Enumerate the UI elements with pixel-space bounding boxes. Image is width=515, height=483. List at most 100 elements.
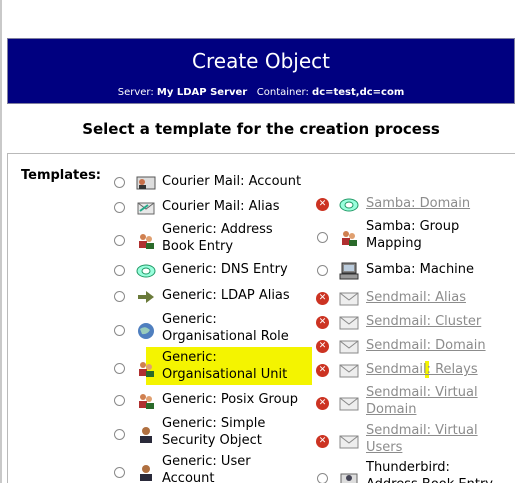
template-radio[interactable] (114, 395, 125, 406)
template-label-line: Users (366, 440, 403, 455)
template-label: Generic: Address Book Entry (162, 221, 273, 255)
template-radio[interactable] (114, 265, 125, 276)
template-label-line: Thunderbird: (366, 460, 450, 475)
template-label-line: Organisational Role (162, 329, 289, 344)
template-radio[interactable] (114, 235, 125, 246)
template-label-line: Generic: Simple (162, 416, 266, 431)
mail-account-icon (136, 174, 156, 192)
template-label: Sendmail: Cluster (366, 313, 481, 330)
container-label: Container: (256, 87, 309, 98)
template-label-line: Courier Mail: Account (162, 174, 302, 189)
template-radio[interactable] (114, 429, 125, 440)
template-label: Generic: Simple Security Object (162, 415, 265, 449)
user-icon (136, 426, 156, 444)
user-icon (136, 464, 156, 482)
unavailable-icon: ✕ (316, 364, 329, 377)
template-label: Samba: Group Mapping (366, 218, 459, 252)
container-value: dc=test,dc=com (312, 87, 405, 98)
unavailable-icon: ✕ (316, 292, 329, 305)
template-label-line: Sendmail: Cluster (366, 314, 482, 329)
template-label-line: Generic: LDAP Alias (162, 288, 290, 303)
template-radio[interactable] (317, 473, 328, 483)
envelope-icon (339, 395, 359, 413)
template-label: Generic: LDAP Alias (162, 287, 290, 304)
template-label-line: Organisational Unit (162, 367, 288, 382)
template-radio[interactable] (114, 363, 125, 374)
mail-alias-icon (136, 199, 156, 217)
address-book-icon (136, 232, 156, 250)
template-label-line: Sendmail: Virtual (366, 423, 478, 438)
unavailable-icon: ✕ (316, 340, 329, 353)
group-icon (136, 392, 156, 410)
template-label: Courier Mail: Alias (162, 198, 279, 215)
template-radio[interactable] (114, 202, 125, 213)
template-label-line: Mapping (366, 236, 422, 251)
template-label-line: Generic: Address (162, 222, 273, 237)
envelope-icon (339, 338, 359, 356)
template-label-line: Samba: Group (366, 219, 460, 234)
templates-label: Templates: (21, 168, 102, 183)
frame-border (0, 0, 2, 483)
server-value: My LDAP Server (156, 87, 248, 98)
unavailable-icon: ✕ (316, 397, 329, 410)
template-label-line: Sendmail: Virtual (366, 385, 478, 400)
template-label-line: Generic: DNS Entry (162, 262, 288, 277)
template-radio[interactable] (114, 467, 125, 478)
template-label-line: Generic: Posix Group (162, 392, 299, 407)
template-label-line: Samba: Domain (366, 196, 471, 211)
template-label: Sendmail: Alias (366, 289, 466, 306)
template-heading: Select a template for the creation proce… (82, 120, 440, 138)
template-label: Generic: DNS Entry (162, 261, 288, 278)
envelope-icon (339, 362, 359, 380)
page-header: Create Object Server: My LDAP Server Con… (7, 38, 515, 104)
template-label: Courier Mail: Account (162, 173, 301, 190)
page-title: Create Object (192, 49, 330, 73)
template-label: Generic: Posix Group (162, 391, 298, 408)
template-label: Sendmail: Virtual Users (366, 422, 478, 456)
template-radio[interactable] (317, 232, 328, 243)
template-label-line: Sendmail: Alias (366, 290, 466, 305)
server-label: Server: (117, 87, 154, 98)
template-label: Sendmail: Virtual Domain (366, 384, 478, 418)
template-label: Generic: Organisational Unit (162, 349, 287, 383)
unavailable-icon: ✕ (316, 316, 329, 329)
template-label-line: Samba: Machine (366, 262, 475, 277)
template-label-line: Domain (366, 402, 417, 417)
arrow-alias-icon (136, 288, 156, 306)
template-radio[interactable] (114, 325, 125, 336)
template-label-line: Generic: (162, 350, 217, 365)
group-icon (339, 229, 359, 247)
unavailable-icon: ✕ (316, 435, 329, 448)
envelope-icon (339, 433, 359, 451)
computer-icon (339, 262, 359, 280)
template-radio[interactable] (317, 265, 328, 276)
thunderbird-icon (339, 470, 359, 483)
template-label-line: Sendmail: Relays (366, 362, 478, 377)
dns-icon (339, 196, 359, 214)
create-object-page: Create Object Server: My LDAP Server Con… (0, 0, 515, 483)
template-label: Sendmail: Domain (366, 337, 486, 354)
template-label: Generic: User Account (162, 453, 251, 483)
template-label-line: Address Book Entry (366, 476, 493, 483)
template-label-line: Account (162, 471, 215, 483)
template-label-line: Generic: User (162, 454, 251, 469)
unavailable-icon: ✕ (316, 198, 329, 211)
template-label-line: Courier Mail: Alias (162, 199, 280, 214)
template-label-line: Book Entry (162, 239, 234, 254)
dns-icon (136, 262, 156, 280)
template-label-line: Generic: (162, 312, 217, 327)
template-label: Sendmail: Relays (366, 361, 478, 378)
envelope-icon (339, 314, 359, 332)
template-radio[interactable] (114, 291, 125, 302)
envelope-icon (339, 290, 359, 308)
globe-icon (136, 322, 156, 340)
template-radio[interactable] (114, 177, 125, 188)
template-label: Generic: Organisational Role (162, 311, 289, 345)
group-icon (136, 360, 156, 378)
template-label: Thunderbird:Address Book Entry (366, 459, 493, 483)
template-label: Samba: Machine (366, 261, 474, 278)
template-label-line: Security Object (162, 433, 262, 448)
server-info: Server: My LDAP Server Container: dc=tes… (8, 87, 514, 98)
template-label: Samba: Domain (366, 195, 470, 212)
template-label-line: Sendmail: Domain (366, 338, 486, 353)
